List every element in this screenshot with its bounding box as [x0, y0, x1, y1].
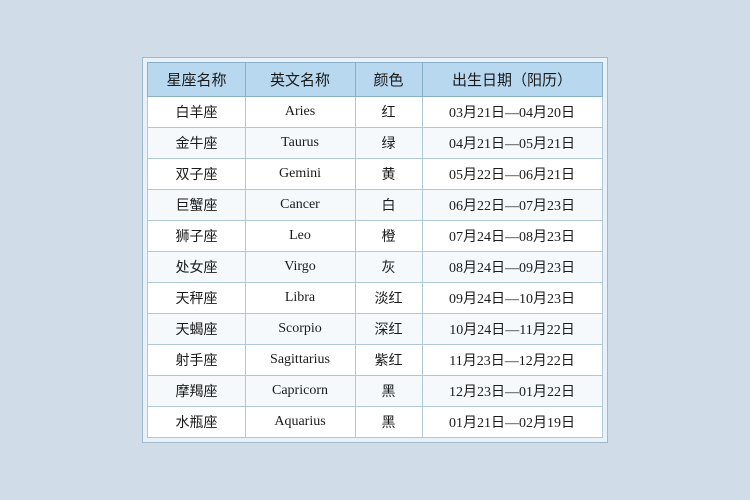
cell-date: 11月23日—12月22日 [422, 345, 602, 376]
cell-cn: 天秤座 [148, 283, 245, 314]
table-row: 天蝎座Scorpio深红10月24日—11月22日 [148, 314, 602, 345]
cell-cn: 白羊座 [148, 97, 245, 128]
table-row: 射手座Sagittarius紫红11月23日—12月22日 [148, 345, 602, 376]
cell-en: Cancer [245, 190, 355, 221]
cell-color: 黑 [355, 376, 422, 407]
cell-cn: 金牛座 [148, 128, 245, 159]
table-row: 双子座Gemini黄05月22日—06月21日 [148, 159, 602, 190]
cell-en: Aries [245, 97, 355, 128]
cell-color: 灰 [355, 252, 422, 283]
table-row: 狮子座Leo橙07月24日—08月23日 [148, 221, 602, 252]
cell-date: 12月23日—01月22日 [422, 376, 602, 407]
header-en: 英文名称 [245, 63, 355, 97]
table-row: 天秤座Libra淡红09月24日—10月23日 [148, 283, 602, 314]
cell-color: 紫红 [355, 345, 422, 376]
cell-cn: 巨蟹座 [148, 190, 245, 221]
table-row: 白羊座Aries红03月21日—04月20日 [148, 97, 602, 128]
cell-cn: 射手座 [148, 345, 245, 376]
cell-en: Capricorn [245, 376, 355, 407]
table-row: 摩羯座Capricorn黑12月23日—01月22日 [148, 376, 602, 407]
cell-en: Aquarius [245, 407, 355, 438]
cell-date: 05月22日—06月21日 [422, 159, 602, 190]
zodiac-table: 星座名称 英文名称 颜色 出生日期（阳历） 白羊座Aries红03月21日—04… [147, 62, 602, 438]
table-header-row: 星座名称 英文名称 颜色 出生日期（阳历） [148, 63, 602, 97]
cell-en: Libra [245, 283, 355, 314]
cell-en: Scorpio [245, 314, 355, 345]
cell-date: 04月21日—05月21日 [422, 128, 602, 159]
cell-cn: 处女座 [148, 252, 245, 283]
header-color: 颜色 [355, 63, 422, 97]
header-cn: 星座名称 [148, 63, 245, 97]
cell-en: Taurus [245, 128, 355, 159]
table-row: 金牛座Taurus绿04月21日—05月21日 [148, 128, 602, 159]
cell-color: 淡红 [355, 283, 422, 314]
cell-date: 06月22日—07月23日 [422, 190, 602, 221]
cell-date: 09月24日—10月23日 [422, 283, 602, 314]
cell-en: Leo [245, 221, 355, 252]
cell-color: 绿 [355, 128, 422, 159]
cell-en: Sagittarius [245, 345, 355, 376]
cell-date: 01月21日—02月19日 [422, 407, 602, 438]
cell-color: 深红 [355, 314, 422, 345]
cell-date: 03月21日—04月20日 [422, 97, 602, 128]
cell-cn: 狮子座 [148, 221, 245, 252]
cell-color: 黄 [355, 159, 422, 190]
table-row: 水瓶座Aquarius黑01月21日—02月19日 [148, 407, 602, 438]
cell-en: Virgo [245, 252, 355, 283]
cell-color: 白 [355, 190, 422, 221]
cell-date: 08月24日—09月23日 [422, 252, 602, 283]
zodiac-table-container: 星座名称 英文名称 颜色 出生日期（阳历） 白羊座Aries红03月21日—04… [142, 57, 607, 443]
table-row: 巨蟹座Cancer白06月22日—07月23日 [148, 190, 602, 221]
cell-color: 橙 [355, 221, 422, 252]
cell-cn: 摩羯座 [148, 376, 245, 407]
table-row: 处女座Virgo灰08月24日—09月23日 [148, 252, 602, 283]
cell-date: 10月24日—11月22日 [422, 314, 602, 345]
cell-en: Gemini [245, 159, 355, 190]
cell-cn: 水瓶座 [148, 407, 245, 438]
cell-cn: 双子座 [148, 159, 245, 190]
cell-color: 红 [355, 97, 422, 128]
header-date: 出生日期（阳历） [422, 63, 602, 97]
cell-cn: 天蝎座 [148, 314, 245, 345]
cell-date: 07月24日—08月23日 [422, 221, 602, 252]
cell-color: 黑 [355, 407, 422, 438]
